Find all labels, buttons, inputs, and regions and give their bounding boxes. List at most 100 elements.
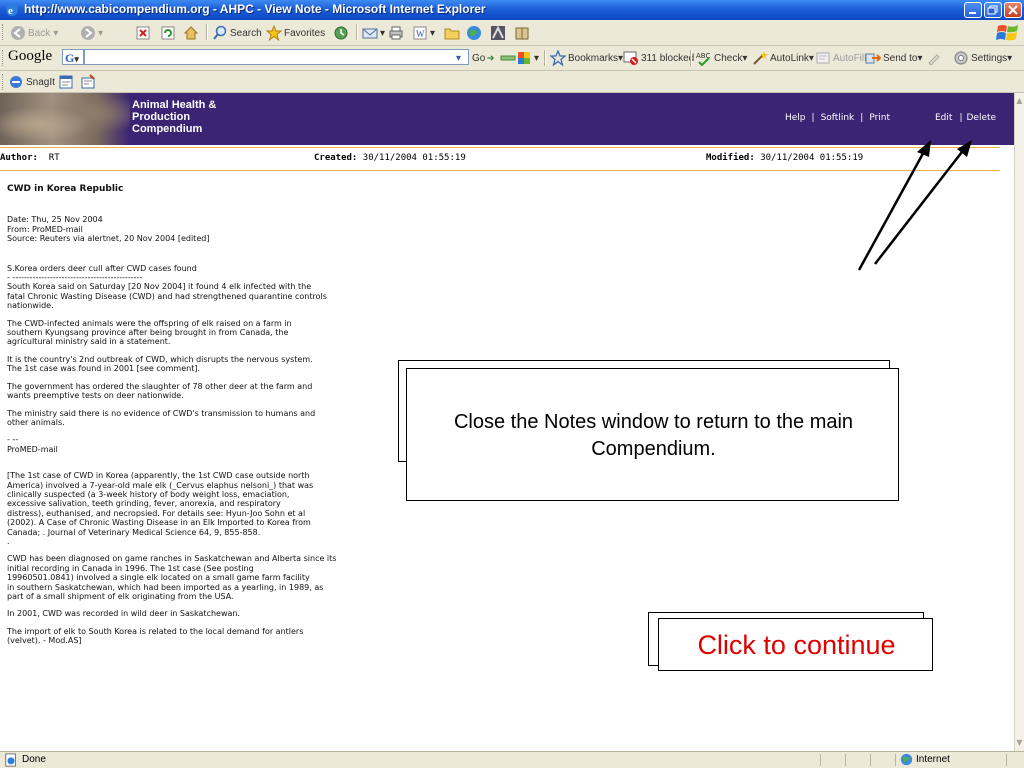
favorites-button[interactable]: Favorites (266, 23, 325, 43)
spellcheck-icon: ABC (696, 52, 710, 66)
search-icon (213, 25, 227, 40)
messenger-button[interactable] (490, 23, 508, 43)
softlink-link[interactable]: Softlink (821, 113, 855, 123)
window-title: http://www.cabicompendium.org - AHPC - V… (24, 2, 486, 16)
google-menu-button[interactable]: G▾ (62, 49, 84, 65)
site-banner: Animal Health & Production Compendium He… (0, 93, 1014, 145)
google-settings-button[interactable]: Settings ▾ (953, 48, 1012, 68)
spell-check-button[interactable]: ABC Check ▾ (696, 48, 747, 68)
send-to-button[interactable]: Send to ▾ (865, 48, 923, 68)
back-arrow-icon (11, 26, 25, 40)
chevron-down-icon: ▾ (742, 52, 748, 64)
autolink-label: AutoLink (770, 52, 809, 64)
forward-button[interactable]: ▾ (80, 23, 103, 43)
autolink-wand-icon (753, 51, 768, 65)
note-meta-bar: Author: RT Created: 30/11/2004 01:55:19 … (0, 147, 1000, 171)
delete-link[interactable]: Delete (966, 113, 996, 123)
scroll-down-icon[interactable]: ▼ (1015, 737, 1024, 749)
google-go-button[interactable]: Go (472, 48, 499, 68)
google-menu-dropdown-icon: ▾ (74, 54, 79, 64)
edit-nav-links: Edit | Delete (935, 113, 996, 123)
messenger-icon (491, 25, 505, 40)
top-nav-links: Help | Softlink | Print (785, 113, 890, 123)
note-heading: CWD in Korea Republic (7, 184, 124, 194)
mail-button[interactable]: ▾ (362, 23, 385, 43)
research-button[interactable] (514, 23, 532, 43)
window-title-bar[interactable]: e http://www.cabicompendium.org - AHPC -… (0, 0, 1024, 20)
svg-text:e: e (8, 5, 13, 17)
status-text: Done (22, 754, 46, 765)
minimize-button[interactable] (964, 2, 982, 18)
puzzle-icon (518, 52, 530, 64)
site-name: Animal Health & Production Compendium (132, 99, 216, 135)
mail-dropdown-icon: ▾ (380, 27, 386, 39)
print-button[interactable] (388, 23, 406, 43)
snagit-button[interactable]: SnagIt (8, 72, 55, 92)
snagit-capture-button[interactable] (58, 72, 76, 92)
snagit-toolbar: SnagIt (0, 71, 1024, 93)
edit-link[interactable]: Edit (935, 113, 952, 123)
history-icon (334, 26, 348, 40)
standard-toolbar: Back ▾ ▾ Search Favorites ▾ W ▾ (0, 20, 1024, 46)
popup-blocker-button[interactable]: 311 blocked (623, 48, 694, 68)
toolbar-grip[interactable] (2, 24, 6, 40)
capture-window-icon (59, 75, 73, 89)
highlighter-button[interactable] (926, 48, 944, 68)
snagit-icon (10, 76, 22, 88)
nav-separator: | (860, 113, 864, 123)
go-arrow-icon (487, 55, 495, 61)
search-label: Search (230, 27, 262, 39)
bookmarks-button[interactable]: Bookmarks ▾ (550, 48, 623, 68)
toolbar-grip[interactable] (2, 74, 6, 90)
google-search-input[interactable] (84, 49, 469, 65)
stop-button[interactable] (135, 23, 153, 43)
settings-icon (954, 51, 968, 65)
home-button[interactable] (183, 23, 201, 43)
edit-word-button[interactable]: W ▾ (412, 23, 435, 43)
article-paragraph: The ministry said there is no evidence o… (7, 408, 316, 427)
google-options-button[interactable]: ▾ (516, 48, 539, 68)
author-field: Author: RT (0, 153, 60, 163)
scroll-up-icon[interactable]: ▲ (1015, 95, 1024, 107)
forward-arrow-icon (81, 26, 95, 40)
go-label: Go (472, 52, 486, 64)
refresh-icon (161, 26, 175, 40)
refresh-button[interactable] (160, 23, 178, 43)
modified-label: Modified: (706, 153, 755, 163)
continue-button[interactable]: Click to continue (658, 618, 933, 671)
maximize-button[interactable] (984, 2, 1002, 18)
snagit-label: SnagIt (26, 76, 55, 88)
close-window-button[interactable] (1004, 2, 1022, 18)
folder-button[interactable] (444, 23, 462, 43)
toolbar-grip[interactable] (2, 50, 6, 66)
article-paragraph: - -- ProMED-mail (7, 435, 58, 454)
popup-blocked-icon (623, 51, 638, 65)
page-done-icon (5, 753, 16, 767)
author-label: Author: (0, 153, 38, 163)
folder-icon (444, 28, 460, 40)
back-dropdown-icon: ▾ (53, 27, 59, 39)
close-icon (1008, 5, 1018, 15)
instruction-text: Close the Notes window to return to the … (453, 411, 854, 460)
autolink-button[interactable]: AutoLink ▾ (752, 48, 814, 68)
back-button[interactable]: Back ▾ (10, 23, 58, 43)
print-link[interactable]: Print (869, 113, 890, 123)
restore-icon (987, 5, 998, 15)
snagit-editor-button[interactable] (80, 72, 98, 92)
help-link[interactable]: Help (785, 113, 806, 123)
back-label: Back (28, 27, 51, 39)
autofill-button[interactable]: AutoFill (815, 48, 866, 68)
status-resize-grip[interactable] (1006, 754, 1007, 766)
page-vertical-scrollbar[interactable]: ▲ ▼ (1014, 93, 1024, 751)
google-toolbar: Google G▾ ▾ Go ▾ Bookmarks ▾ 311 blocked … (0, 46, 1024, 71)
home-icon (183, 26, 199, 40)
history-button[interactable] (333, 23, 351, 43)
highlighter-icon (928, 54, 940, 66)
search-button[interactable]: Search (212, 23, 262, 43)
printer-icon (389, 26, 403, 40)
nav-separator: | (959, 113, 963, 123)
globe-button[interactable] (466, 23, 484, 43)
google-search-dropdown[interactable]: ▾ (456, 48, 461, 68)
autofill-icon (816, 52, 830, 64)
status-panel (895, 754, 896, 766)
